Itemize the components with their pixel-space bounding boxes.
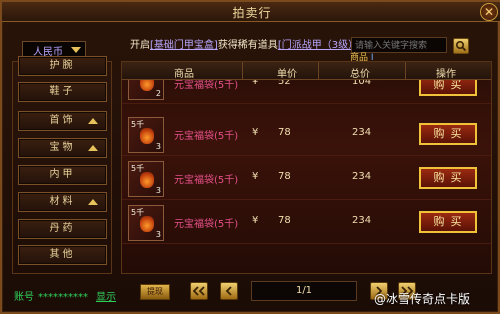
buy-button[interactable]: 购买 bbox=[419, 80, 477, 96]
item-count: 3 bbox=[155, 186, 161, 195]
chevron-down-icon bbox=[71, 47, 81, 53]
category-panel: 护腕 鞋子 首饰 宝物 内甲 材料 丹药 其他 bbox=[12, 56, 112, 274]
announcement-item-2[interactable]: [门派战甲（3级）] bbox=[278, 40, 357, 50]
announcement: 开启[基础门甲宝盒]获得稀有道具[门派战甲（3级）] bbox=[130, 36, 368, 50]
header-divider bbox=[405, 62, 406, 80]
announcement-prefix: 开启 bbox=[130, 40, 150, 50]
header-name: 商品 bbox=[174, 69, 194, 80]
category-label: 鞋子 bbox=[49, 86, 76, 97]
table-row[interactable]: 2 元宝福袋(5千) ¥ 52 104 购买 bbox=[122, 80, 491, 104]
item-thumbnail[interactable]: 5千 3 bbox=[128, 205, 164, 241]
total-price: 104 bbox=[352, 80, 372, 87]
buy-button[interactable]: 购买 bbox=[419, 167, 477, 189]
category-item[interactable]: 护腕 bbox=[18, 56, 107, 76]
item-count: 2 bbox=[155, 89, 161, 98]
total-price: 234 bbox=[352, 127, 372, 138]
window-title: 拍卖行 bbox=[232, 6, 272, 20]
unit-price: 52 bbox=[278, 80, 291, 87]
category-label: 其他 bbox=[49, 249, 76, 260]
table-header: 商品 单价 总价 操作 bbox=[122, 62, 491, 80]
first-page-button[interactable] bbox=[190, 282, 208, 300]
unit-currency: ¥ bbox=[252, 171, 259, 182]
unit-currency: ¥ bbox=[252, 127, 259, 138]
table-row[interactable]: 5千 3 元宝福袋(5千) ¥ 78 234 购买 bbox=[122, 158, 491, 200]
total-price: 234 bbox=[352, 215, 372, 226]
category-item[interactable]: 丹药 bbox=[18, 219, 107, 239]
item-thumbnail[interactable]: 5千 3 bbox=[128, 161, 164, 197]
unit-currency: ¥ bbox=[252, 80, 259, 87]
lucky-bag-icon bbox=[140, 128, 154, 144]
announcement-item-1[interactable]: [基础门甲宝盒] bbox=[150, 40, 218, 50]
title-bar: 拍卖行 ✕ bbox=[2, 2, 500, 22]
category-label: 护腕 bbox=[49, 60, 76, 71]
search-icon bbox=[455, 40, 467, 52]
item-name: 元宝福袋(5千) bbox=[174, 219, 239, 230]
item-name: 元宝福袋(5千) bbox=[174, 131, 239, 142]
item-count: 3 bbox=[155, 230, 161, 239]
unit-currency: ¥ bbox=[252, 215, 259, 226]
chevron-up-icon bbox=[88, 118, 98, 124]
show-account-link[interactable]: 显示 bbox=[96, 292, 116, 303]
category-label: 首饰 bbox=[49, 115, 76, 126]
search-button[interactable] bbox=[453, 38, 469, 54]
category-item[interactable]: 鞋子 bbox=[18, 82, 107, 102]
account-label: 账号 bbox=[14, 292, 34, 303]
total-price: 234 bbox=[352, 171, 372, 182]
header-divider bbox=[242, 62, 243, 80]
item-name: 元宝福袋(5千) bbox=[174, 175, 239, 186]
category-label: 丹药 bbox=[49, 223, 76, 234]
table-row[interactable]: 5千 3 元宝福袋(5千) ¥ 78 234 购买 bbox=[122, 114, 491, 156]
category-item[interactable]: 其他 bbox=[18, 245, 107, 265]
listing-table: 商品 单价 总价 操作 2 元宝福袋(5千) ¥ 52 104 购买 5千 3 … bbox=[121, 61, 492, 274]
account-info: 账号 ********** 显示 bbox=[14, 288, 116, 303]
lucky-bag-icon bbox=[140, 80, 154, 91]
account-mask: ********** bbox=[38, 292, 88, 303]
currency-dropdown[interactable]: 人民币 bbox=[22, 41, 86, 58]
category-item[interactable]: 材料 bbox=[18, 192, 107, 212]
lucky-bag-icon bbox=[140, 216, 154, 232]
item-count: 3 bbox=[155, 142, 161, 151]
auction-window: 拍卖行 ✕ 人民币 开启[基础门甲宝盒]获得稀有道具[门派战甲（3级）] 商品 … bbox=[0, 0, 500, 314]
watermark: @冰雪传奇点卡版 bbox=[374, 292, 471, 306]
category-label: 材料 bbox=[49, 196, 76, 207]
chevron-left-icon bbox=[225, 286, 232, 296]
category-label: 内甲 bbox=[49, 169, 76, 180]
buy-button[interactable]: 购买 bbox=[419, 123, 477, 145]
unit-price: 78 bbox=[278, 215, 291, 226]
prev-page-button[interactable] bbox=[220, 282, 238, 300]
item-thumbnail[interactable]: 2 bbox=[128, 80, 164, 100]
chevron-up-icon bbox=[88, 199, 98, 205]
announcement-mid: 获得稀有道具 bbox=[217, 40, 278, 50]
chevron-up-icon bbox=[88, 145, 98, 151]
item-thumbnail[interactable]: 5千 3 bbox=[128, 117, 164, 153]
double-chevron-left-icon bbox=[193, 286, 205, 296]
unit-price: 78 bbox=[278, 127, 291, 138]
item-name: 元宝福袋(5千) bbox=[174, 80, 239, 91]
unit-price: 78 bbox=[278, 171, 291, 182]
header-divider bbox=[318, 62, 319, 80]
category-item[interactable]: 宝物 bbox=[18, 138, 107, 158]
table-row[interactable]: 5千 3 元宝福袋(5千) ¥ 78 234 购买 bbox=[122, 202, 491, 244]
header-total-price: 总价 bbox=[350, 69, 370, 80]
category-item[interactable]: 内甲 bbox=[18, 165, 107, 185]
header-action: 操作 bbox=[436, 69, 456, 80]
buy-button[interactable]: 购买 bbox=[419, 211, 477, 233]
header-unit-price: 单价 bbox=[277, 69, 297, 80]
withdraw-button[interactable]: 提现 bbox=[140, 284, 170, 300]
category-label: 宝物 bbox=[49, 142, 76, 153]
lucky-bag-icon bbox=[140, 172, 154, 188]
page-indicator: 1/1 bbox=[251, 281, 357, 301]
close-button[interactable]: ✕ bbox=[480, 3, 498, 21]
category-item[interactable]: 首饰 bbox=[18, 111, 107, 131]
